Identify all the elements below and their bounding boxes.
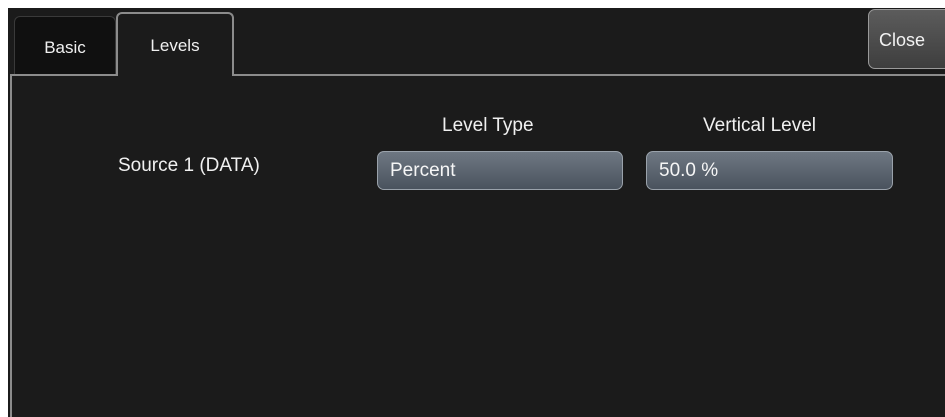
- level-type-header: Level Type: [442, 115, 534, 136]
- vertical-level-value: 50.0 %: [659, 160, 719, 181]
- tab-basic[interactable]: Basic: [14, 16, 116, 74]
- source-label: Source 1 (DATA): [118, 155, 260, 176]
- level-type-value: Percent: [390, 160, 456, 181]
- level-type-select[interactable]: Percent: [377, 151, 623, 190]
- tab-levels[interactable]: Levels: [116, 12, 234, 76]
- close-button-label: Close: [879, 30, 926, 50]
- vertical-level-header: Vertical Level: [703, 115, 817, 136]
- tab-levels-label: Levels: [150, 36, 200, 55]
- close-button[interactable]: Close: [868, 9, 945, 69]
- tab-basic-label: Basic: [44, 37, 86, 57]
- dialog-frame: Basic Levels Close Source 1 (DATA) Level…: [0, 0, 945, 417]
- vertical-level-input[interactable]: 50.0 %: [646, 151, 893, 190]
